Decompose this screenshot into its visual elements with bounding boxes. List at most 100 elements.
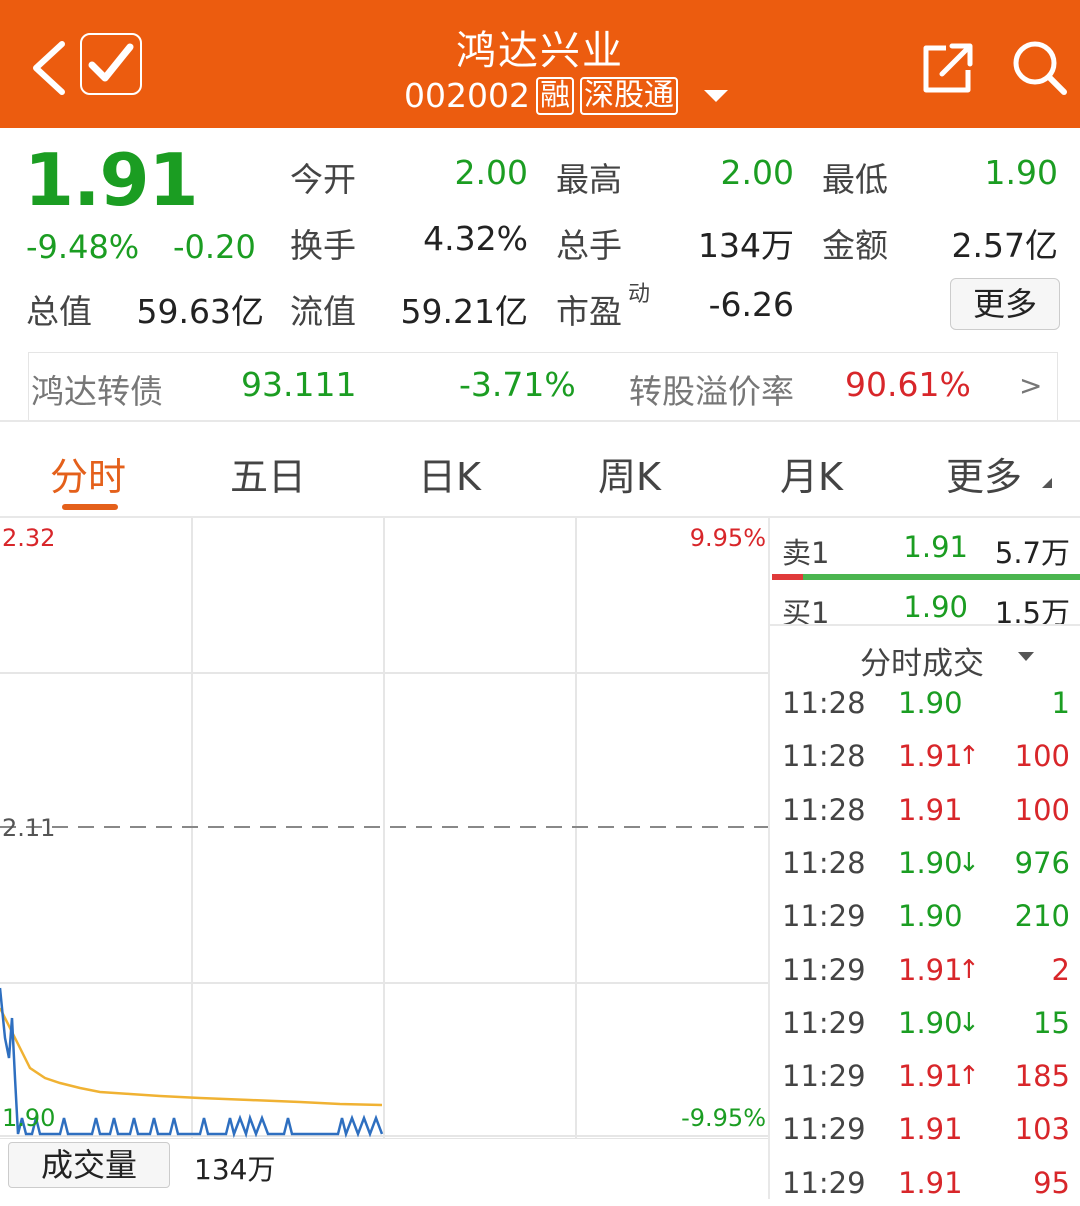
margin-tag: 融 bbox=[535, 76, 574, 115]
trade-time: 11:29 bbox=[782, 1005, 866, 1040]
premium-value: 90.61% bbox=[845, 365, 971, 404]
change-percent: -9.48% bbox=[26, 228, 140, 266]
volume-label: 总手 bbox=[556, 226, 622, 265]
pe-superscript: 动 bbox=[628, 282, 651, 307]
pe-label: 市盈 bbox=[556, 292, 622, 331]
turnover-value: 4.32% bbox=[423, 219, 528, 258]
volume-value: 134万 bbox=[698, 226, 794, 265]
panel-divider bbox=[768, 518, 770, 1199]
chevron-down-icon[interactable] bbox=[1018, 652, 1034, 661]
trade-direction-icon: ↑ bbox=[958, 1061, 980, 1092]
change-amount: -0.20 bbox=[173, 228, 256, 266]
price-min-label: 1.90 bbox=[2, 1104, 55, 1132]
active-tab-indicator bbox=[62, 504, 118, 510]
volume-indicator-button[interactable]: 成交量 bbox=[8, 1142, 170, 1188]
stock-code-row[interactable]: 002002 融 深股通 bbox=[404, 76, 678, 115]
trade-direction-icon: ↑ bbox=[958, 954, 980, 985]
trade-row: 11:28 1.90 1 bbox=[782, 686, 1072, 726]
pe-value: -6.26 bbox=[708, 285, 794, 324]
sell-ratio-fill bbox=[772, 574, 803, 580]
trade-time: 11:29 bbox=[782, 952, 866, 987]
trade-row: 11:29 1.91 95 bbox=[782, 1166, 1072, 1206]
stock-code: 002002 bbox=[404, 76, 530, 115]
tab-intraday[interactable]: 分时 bbox=[50, 446, 126, 501]
premium-label: 转股溢价率 bbox=[629, 372, 794, 411]
trade-price: 1.90 bbox=[898, 845, 963, 880]
trade-price: 1.91 bbox=[898, 1112, 963, 1147]
trade-qty: 15 bbox=[1033, 1005, 1070, 1040]
trade-direction-icon: ↓ bbox=[958, 1007, 980, 1038]
turnover-label: 换手 bbox=[290, 226, 356, 265]
trade-time: 11:29 bbox=[782, 899, 866, 934]
pct-min-label: -9.95% bbox=[681, 1104, 766, 1132]
trade-qty: 100 bbox=[1014, 792, 1070, 827]
trade-row: 11:29 1.90 ↓ 15 bbox=[782, 1006, 1072, 1046]
chevron-right-icon: > bbox=[1019, 369, 1043, 402]
buy1-price: 1.90 bbox=[903, 590, 968, 624]
convertible-bond-bar[interactable]: 鸿达转债 93.111 -3.71% 转股溢价率 90.61% > bbox=[28, 352, 1058, 420]
trade-time: 11:28 bbox=[782, 845, 866, 880]
trade-time: 11:29 bbox=[782, 1165, 866, 1200]
trade-price: 1.91 bbox=[898, 739, 963, 774]
tab-daily-k[interactable]: 日K bbox=[418, 446, 481, 501]
tab-monthly-k[interactable]: 月K bbox=[780, 446, 843, 501]
stock-title: 鸿达兴业 bbox=[456, 28, 624, 74]
trade-direction-icon: ↑ bbox=[958, 741, 980, 772]
tab-five-day[interactable]: 五日 bbox=[230, 446, 306, 501]
bond-name: 鸿达转债 bbox=[31, 372, 163, 411]
trade-price: 1.90 bbox=[898, 1005, 963, 1040]
trade-qty: 100 bbox=[1014, 739, 1070, 774]
trade-price: 1.90 bbox=[898, 899, 963, 934]
trade-row: 11:29 1.90 210 bbox=[782, 899, 1072, 939]
low-label: 最低 bbox=[822, 160, 888, 199]
float-cap-value: 59.21亿 bbox=[400, 292, 528, 331]
pct-max-label: 9.95% bbox=[690, 524, 766, 552]
trade-qty: 185 bbox=[1014, 1059, 1070, 1094]
intraday-chart[interactable]: 2.32 2.11 1.90 9.95% -9.95% bbox=[0, 518, 768, 1138]
bond-change: -3.71% bbox=[459, 365, 576, 404]
tab-more[interactable]: 更多 bbox=[946, 446, 1022, 501]
corner-triangle-icon bbox=[1042, 478, 1052, 488]
share-icon[interactable] bbox=[920, 40, 976, 96]
market-cap-value: 59.63亿 bbox=[136, 292, 264, 331]
trade-row: 11:28 1.90 ↓ 976 bbox=[782, 846, 1072, 886]
trade-price: 1.91 bbox=[898, 792, 963, 827]
trade-time: 11:29 bbox=[782, 1112, 866, 1147]
trade-time: 11:28 bbox=[782, 686, 866, 720]
trade-price: 1.91 bbox=[898, 1165, 963, 1200]
trade-row: 11:29 1.91 ↑ 185 bbox=[782, 1059, 1072, 1099]
amount-label: 金额 bbox=[822, 226, 888, 265]
trade-time: 11:28 bbox=[782, 739, 866, 774]
low-value: 1.90 bbox=[984, 153, 1058, 192]
prev-close-label: 2.11 bbox=[2, 814, 55, 842]
trade-row: 11:28 1.91 100 bbox=[782, 793, 1072, 833]
trade-time: 11:29 bbox=[782, 1059, 866, 1094]
open-label: 今开 bbox=[290, 160, 356, 199]
connect-tag: 深股通 bbox=[579, 76, 678, 115]
trade-qty: 210 bbox=[1014, 899, 1070, 934]
divider bbox=[0, 420, 1080, 422]
float-cap-label: 流值 bbox=[290, 292, 356, 331]
sell1-qty: 5.7万 bbox=[994, 536, 1070, 570]
trade-row: 11:29 1.91 ↑ 2 bbox=[782, 953, 1072, 993]
tab-weekly-k[interactable]: 周K bbox=[598, 446, 661, 501]
more-button[interactable]: 更多 bbox=[950, 278, 1060, 330]
trade-qty: 1 bbox=[1051, 686, 1070, 720]
trade-qty: 103 bbox=[1014, 1112, 1070, 1147]
trades-title[interactable]: 分时成交 bbox=[860, 638, 984, 683]
volume-total: 134万 bbox=[194, 1153, 276, 1186]
high-value: 2.00 bbox=[720, 153, 794, 192]
trade-time: 11:28 bbox=[782, 792, 866, 827]
current-price: 1.91 bbox=[24, 138, 199, 222]
bid-ask-ratio-bar bbox=[772, 574, 1080, 580]
search-icon[interactable] bbox=[1010, 38, 1068, 96]
high-label: 最高 bbox=[556, 160, 622, 199]
trade-row: 11:29 1.91 103 bbox=[782, 1112, 1072, 1152]
sell1-label: 卖1 bbox=[782, 536, 830, 570]
bond-price: 93.111 bbox=[241, 365, 357, 404]
chevron-down-icon[interactable] bbox=[704, 90, 728, 102]
trade-direction-icon: ↓ bbox=[958, 847, 980, 878]
market-cap-label: 总值 bbox=[26, 292, 92, 331]
open-value: 2.00 bbox=[454, 153, 528, 192]
trade-row: 11:28 1.91 ↑ 100 bbox=[782, 739, 1072, 779]
